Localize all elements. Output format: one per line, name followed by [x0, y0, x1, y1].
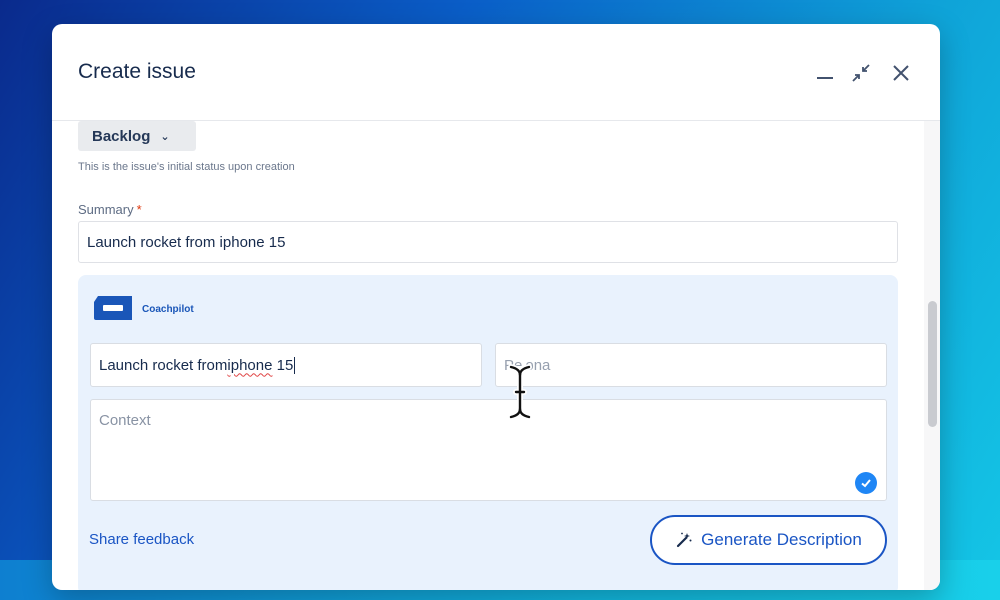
required-mark: * — [136, 202, 142, 217]
generate-description-button[interactable]: Generate Description — [650, 515, 887, 565]
summary-label-text: Summary — [78, 202, 134, 217]
scroll-thumb[interactable] — [928, 301, 937, 427]
collapse-button[interactable] — [848, 60, 874, 86]
minimize-button[interactable] — [812, 60, 838, 86]
text-caret — [294, 356, 296, 374]
close-button[interactable] — [888, 60, 914, 86]
chevron-down-icon: ⌄ — [160, 130, 170, 143]
coach-title-input[interactable]: Launch rocket from iphone 15 — [90, 343, 482, 387]
status-value: Backlog — [92, 127, 151, 145]
minimize-icon — [817, 77, 833, 79]
collapse-icon — [852, 64, 870, 82]
coach-title-prefix: Launch rocket from — [99, 356, 228, 374]
check-circle-icon — [855, 472, 877, 494]
share-feedback-link[interactable]: Share feedback — [89, 531, 194, 548]
summary-label: Summary * — [78, 202, 142, 217]
context-textarea[interactable]: Context — [90, 399, 887, 501]
coach-title-suffix: 15 — [272, 356, 294, 374]
modal-body: Backlog ⌄ This is the issue's initial st… — [52, 121, 940, 590]
summary-input[interactable]: Launch rocket from iphone 15 — [78, 221, 898, 263]
close-icon — [893, 65, 909, 81]
scrollbar[interactable] — [924, 121, 940, 590]
modal-title: Create issue — [78, 60, 196, 83]
magic-wand-icon — [677, 532, 692, 548]
coachpilot-logo-icon — [94, 296, 132, 320]
coachpilot-brand: Coachpilot — [142, 304, 194, 315]
text-cursor-icon — [508, 364, 532, 420]
status-dropdown[interactable]: Backlog ⌄ — [78, 121, 196, 151]
modal-header: Create issue — [52, 24, 940, 121]
coachpilot-panel: Coachpilot Launch rocket from iphone 15 … — [78, 275, 898, 590]
generate-description-label: Generate Description — [701, 530, 862, 549]
persona-input[interactable]: Pe ona — [495, 343, 887, 387]
status-hint: This is the issue's initial status upon … — [78, 161, 295, 173]
create-issue-modal: Create issue Backlog ⌄ This is the issue… — [52, 24, 940, 590]
coach-title-misspelled: iphone — [227, 356, 273, 374]
